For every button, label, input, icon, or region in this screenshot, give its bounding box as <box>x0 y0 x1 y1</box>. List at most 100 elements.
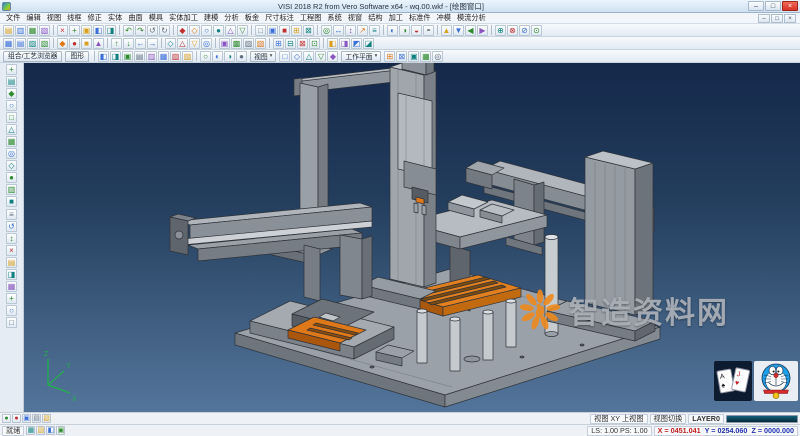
menu-item[interactable]: 实体加工 <box>166 13 201 23</box>
toolbar-icon[interactable]: ◩ <box>351 38 362 49</box>
workplane-group-dropdown[interactable]: 工作平面 ▾ <box>341 51 381 62</box>
toolbar-icon[interactable]: ↔ <box>333 25 344 36</box>
toolbar-icon[interactable]: × <box>6 245 17 256</box>
toolbar-icon[interactable]: ↓ <box>123 38 134 49</box>
toolbar-icon[interactable]: ◐ <box>387 25 398 36</box>
view-group-dropdown[interactable]: 视图 ▾ <box>250 51 276 62</box>
toolbar-icon[interactable]: ◐ <box>212 51 223 62</box>
menu-item[interactable]: 工程图 <box>297 13 325 23</box>
toolbar-icon[interactable]: ▧ <box>255 38 266 49</box>
toolbar-icon[interactable]: ▦ <box>6 281 17 292</box>
menu-item[interactable]: 修正 <box>85 13 105 23</box>
toolbar-icon[interactable]: ↕ <box>6 233 17 244</box>
toolbar-icon[interactable]: ↑ <box>111 38 122 49</box>
toolbar-icon[interactable]: ◇ <box>189 25 200 36</box>
toolbar-icon[interactable]: ◓ <box>423 25 434 36</box>
toolbar-icon[interactable]: □ <box>279 51 290 62</box>
toolbar-icon[interactable]: ● <box>12 414 21 423</box>
toolbar-icon[interactable]: ↺ <box>6 221 17 232</box>
menu-item[interactable]: 加工 <box>386 13 406 23</box>
toolbar-icon[interactable]: ● <box>6 172 17 183</box>
toolbar-icon[interactable]: ⊠ <box>303 25 314 36</box>
menu-item[interactable]: 视窗 <box>345 13 365 23</box>
menu-item[interactable]: 实体 <box>105 13 125 23</box>
toolbar-icon[interactable]: ◑ <box>399 25 410 36</box>
toolbar-icon[interactable]: □ <box>6 112 17 123</box>
toolbar-icon[interactable]: ▤ <box>15 38 26 49</box>
toolbar-icon[interactable]: ▲ <box>441 25 452 36</box>
toolbar-icon[interactable]: ◆ <box>177 25 188 36</box>
toolbar-icon[interactable]: ⊡ <box>309 38 320 49</box>
toolbar-icon[interactable]: ▽ <box>189 38 200 49</box>
toolbar-icon[interactable]: + <box>69 25 80 36</box>
toolbar-icon[interactable]: ◨ <box>339 38 350 49</box>
toolbar-icon[interactable]: ▦ <box>27 25 38 36</box>
toolbar-icon[interactable]: ▣ <box>267 25 278 36</box>
model-left-arm[interactable] <box>170 203 372 301</box>
toolbar-icon[interactable]: ● <box>213 25 224 36</box>
minimize-button[interactable]: – <box>748 1 764 11</box>
layer-selector[interactable]: LAYER0 <box>688 414 724 424</box>
toolbar-icon[interactable]: ◎ <box>432 51 443 62</box>
toolbar-icon[interactable]: ◎ <box>201 38 212 49</box>
toolbar-icon[interactable]: ▦ <box>3 38 14 49</box>
toolbar-icon[interactable]: ◧ <box>98 51 109 62</box>
toolbar-icon[interactable]: ▤ <box>3 25 14 36</box>
toolbar-icon[interactable]: ▣ <box>219 38 230 49</box>
toolbar-icon[interactable]: ▣ <box>408 51 419 62</box>
toolbar-icon[interactable]: ⊞ <box>291 25 302 36</box>
toolbar-icon[interactable]: ▨ <box>182 51 193 62</box>
menu-item[interactable]: 冲模 <box>434 13 454 23</box>
menu-item[interactable]: 分析 <box>221 13 241 23</box>
toolbar-icon[interactable]: ▣ <box>56 426 65 435</box>
toolbar-icon[interactable]: ◨ <box>6 269 17 280</box>
toolbar-icon[interactable]: ▦ <box>6 136 17 147</box>
toolbar-icon[interactable]: △ <box>225 25 236 36</box>
toolbar-icon[interactable]: → <box>147 38 158 49</box>
child-minimize-button[interactable]: – <box>758 14 770 23</box>
toolbar-icon[interactable]: ▣ <box>22 414 31 423</box>
toolbar-icon[interactable]: ◇ <box>291 51 302 62</box>
toolbar-icon[interactable]: △ <box>177 38 188 49</box>
toolbar-icon[interactable]: ○ <box>201 25 212 36</box>
toolbar-icon[interactable]: □ <box>6 317 17 328</box>
maximize-button[interactable]: □ <box>765 1 781 11</box>
menu-item[interactable]: 板金 <box>242 13 262 23</box>
toolbar-icon[interactable]: ← <box>135 38 146 49</box>
toolbar-icon[interactable]: ▤ <box>6 76 17 87</box>
toolbar-icon[interactable]: ● <box>2 414 11 423</box>
menu-item[interactable]: 标准件 <box>406 13 434 23</box>
toolbar-icon[interactable]: ◎ <box>321 25 332 36</box>
toolbar-icon[interactable]: ↷ <box>135 25 146 36</box>
toolbar-icon[interactable]: + <box>6 293 17 304</box>
toolbar-icon[interactable]: ▦ <box>26 426 35 435</box>
layer-color-bar[interactable] <box>726 415 798 423</box>
toolbar-icon[interactable]: ▣ <box>81 25 92 36</box>
menu-item[interactable]: 模流分析 <box>454 13 489 23</box>
menu-item[interactable]: 结构 <box>365 13 385 23</box>
toolbar-icon[interactable]: ▣ <box>122 51 133 62</box>
toolbar-icon[interactable]: ◎ <box>6 148 17 159</box>
toolbar-icon[interactable]: ◆ <box>57 38 68 49</box>
toolbar-icon[interactable]: ◧ <box>327 38 338 49</box>
menu-item[interactable]: 线框 <box>64 13 84 23</box>
toolbar-icon[interactable]: ▧ <box>170 51 181 62</box>
toolbar-icon[interactable]: ○ <box>200 51 211 62</box>
toolbar-icon[interactable]: □ <box>255 25 266 36</box>
toolbar-icon[interactable]: ⊞ <box>384 51 395 62</box>
toolbar-icon[interactable]: ⊗ <box>507 25 518 36</box>
toolbar-icon[interactable]: ↗ <box>357 25 368 36</box>
toolbar-icon[interactable]: ↕ <box>345 25 356 36</box>
toolbar-icon[interactable]: ◨ <box>105 25 116 36</box>
toolbar-icon[interactable]: ▶ <box>477 25 488 36</box>
toolbar-icon[interactable]: ▥ <box>15 25 26 36</box>
toolbar-icon[interactable]: ◆ <box>327 51 338 62</box>
toolbar-icon[interactable]: ▧ <box>36 426 45 435</box>
toolbar-icon[interactable]: ◒ <box>411 25 422 36</box>
toolbar-icon[interactable]: ▤ <box>6 257 17 268</box>
toolbar-icon[interactable]: ▨ <box>243 38 254 49</box>
toolbar-icon[interactable]: ▤ <box>32 414 41 423</box>
toolbar-icon[interactable]: △ <box>6 124 17 135</box>
toolbar-icon[interactable]: ● <box>69 38 80 49</box>
toolbar-icon[interactable]: ▦ <box>420 51 431 62</box>
